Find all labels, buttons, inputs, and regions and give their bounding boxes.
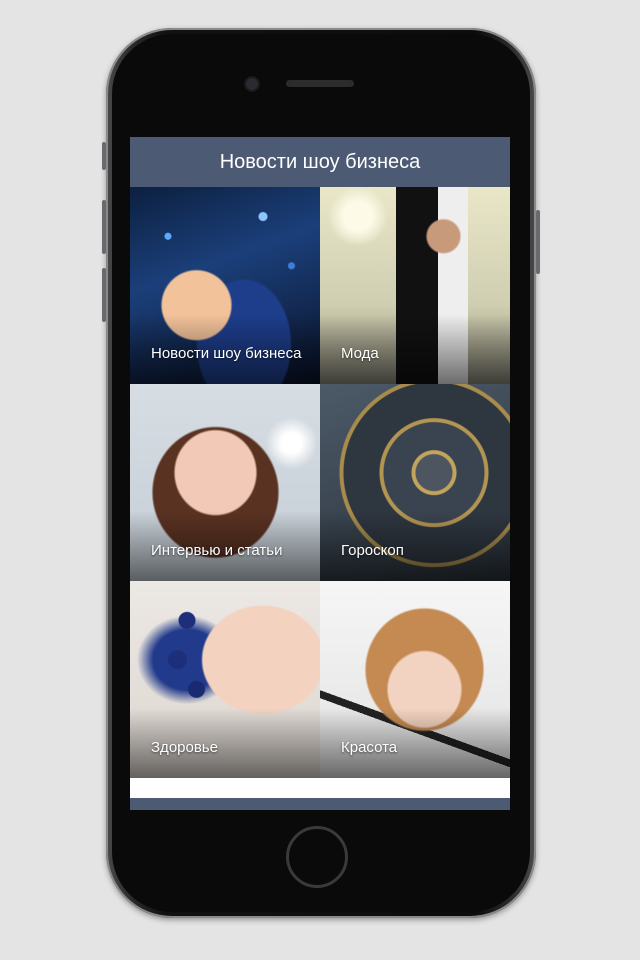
earpiece-speaker bbox=[286, 80, 354, 87]
category-tile-health[interactable]: Здоровье bbox=[130, 581, 320, 778]
page-title: Новости шоу бизнеса bbox=[219, 150, 421, 173]
category-label: Красота bbox=[341, 739, 398, 756]
app-screen: Новости шоу бизнеса Новости шоу бизнеса … bbox=[130, 137, 510, 810]
front-camera-icon bbox=[244, 76, 260, 92]
category-tile-fashion[interactable]: Мода bbox=[320, 187, 510, 384]
volume-down-button bbox=[102, 268, 106, 322]
category-tile-showbiz-news[interactable]: Новости шоу бизнеса bbox=[130, 187, 320, 384]
category-label: Новости шоу бизнеса bbox=[151, 345, 302, 362]
category-label: Мода bbox=[341, 345, 379, 362]
bottom-bar bbox=[130, 798, 510, 810]
category-tile-horoscope[interactable]: Гороскоп bbox=[320, 384, 510, 581]
category-tile-interviews[interactable]: Интервью и статьи bbox=[130, 384, 320, 581]
category-label: Интервью и статьи bbox=[151, 542, 283, 559]
power-button bbox=[536, 210, 540, 274]
app-header: Новости шоу бизнеса bbox=[130, 137, 510, 187]
category-grid: Новости шоу бизнеса Мода Интервью и стат… bbox=[130, 187, 510, 778]
category-tile-beauty[interactable]: Красота bbox=[320, 581, 510, 778]
category-label: Гороскоп bbox=[341, 542, 404, 559]
home-button[interactable] bbox=[286, 826, 348, 888]
volume-up-button bbox=[102, 200, 106, 254]
category-label: Здоровье bbox=[151, 739, 218, 756]
mute-switch bbox=[102, 142, 106, 170]
